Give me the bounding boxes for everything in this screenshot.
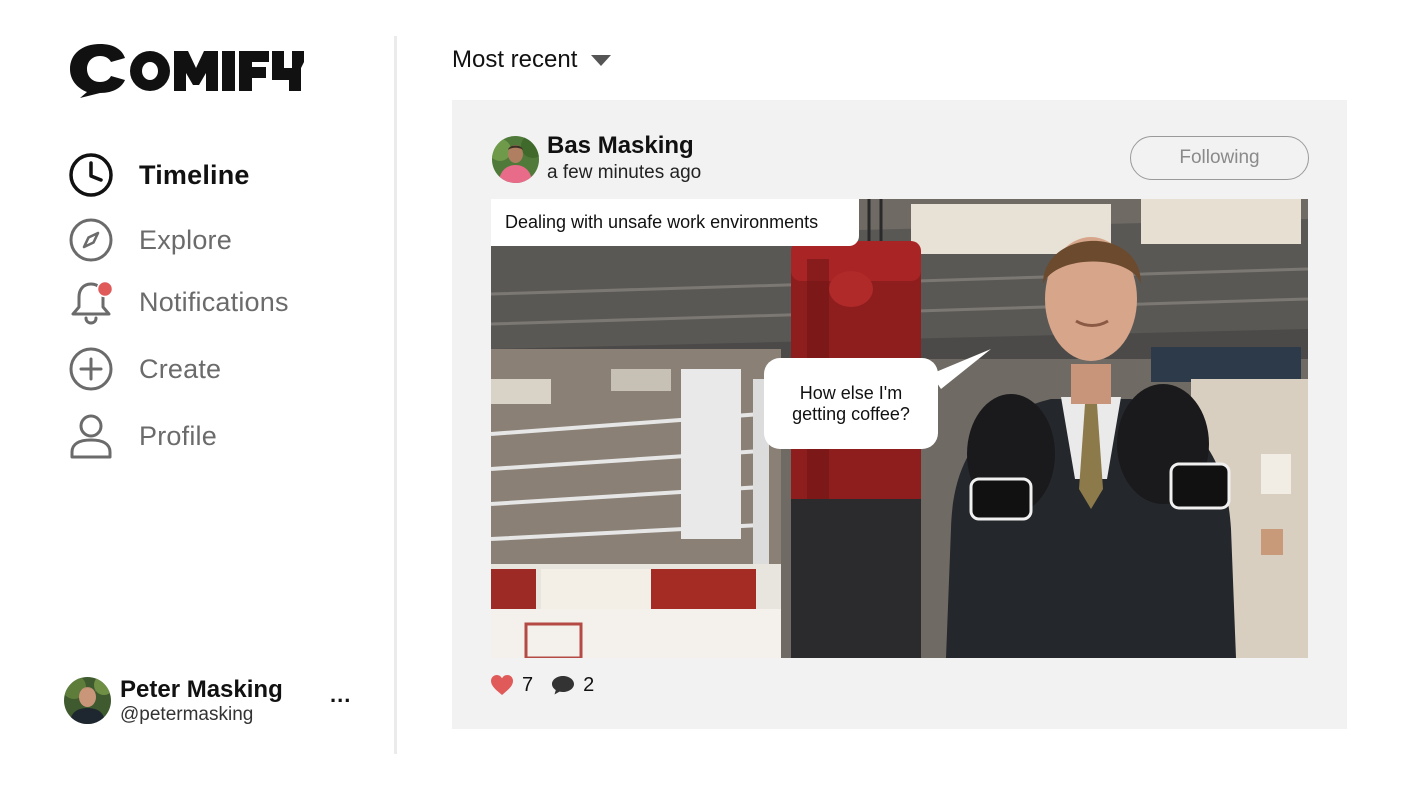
more-options-button[interactable]: ...: [330, 682, 351, 708]
post-timestamp: a few minutes ago: [547, 162, 702, 183]
speech-bubble: How else I'm getting coffee?: [764, 358, 938, 449]
avatar: [64, 677, 111, 724]
nav-label-timeline: Timeline: [139, 159, 250, 190]
post-card: Bas Masking a few minutes ago Following: [452, 100, 1347, 729]
nav-item-profile[interactable]: Profile: [66, 411, 366, 461]
post-actions: 7 2: [490, 672, 594, 698]
nav-label-create: Create: [139, 353, 222, 384]
clock-icon: [66, 150, 116, 200]
comify-logo[interactable]: [70, 40, 310, 100]
nav-item-explore[interactable]: Explore: [66, 215, 366, 265]
sidebar-divider: [394, 36, 397, 754]
comment-icon[interactable]: [551, 673, 575, 697]
nav-label-explore: Explore: [139, 224, 232, 255]
nav-label-profile: Profile: [139, 420, 217, 451]
plus-circle-icon: [66, 344, 116, 394]
nav-item-create[interactable]: Create: [66, 344, 366, 394]
sidebar: Timeline Explore Notifications Create Pr…: [0, 0, 396, 790]
nav-label-notifications: Notifications: [139, 286, 289, 317]
person-icon: [66, 411, 116, 461]
current-user-handle: @petermasking: [120, 704, 254, 725]
compass-icon: [66, 215, 116, 265]
nav-item-notifications[interactable]: Notifications: [66, 277, 366, 327]
caret-down-icon: [591, 54, 612, 66]
sort-label: Most recent: [452, 46, 578, 73]
post-author-avatar[interactable]: [492, 136, 539, 183]
comic-caption: Dealing with unsafe work environments: [491, 199, 859, 246]
nav-item-timeline[interactable]: Timeline: [66, 150, 366, 200]
like-count: 7: [522, 673, 534, 696]
comment-count: 2: [583, 673, 595, 696]
current-user-name: Peter Masking: [120, 676, 283, 703]
comic-image[interactable]: Dealing with unsafe work environments Ho…: [491, 199, 1308, 658]
bell-icon: [66, 277, 116, 327]
sort-dropdown[interactable]: Most recent: [452, 46, 612, 74]
heart-icon[interactable]: [490, 673, 514, 697]
current-user-card[interactable]: Peter Masking @petermasking ...: [64, 676, 364, 726]
post-author-name[interactable]: Bas Masking: [547, 132, 694, 160]
following-button[interactable]: Following: [1130, 136, 1309, 180]
